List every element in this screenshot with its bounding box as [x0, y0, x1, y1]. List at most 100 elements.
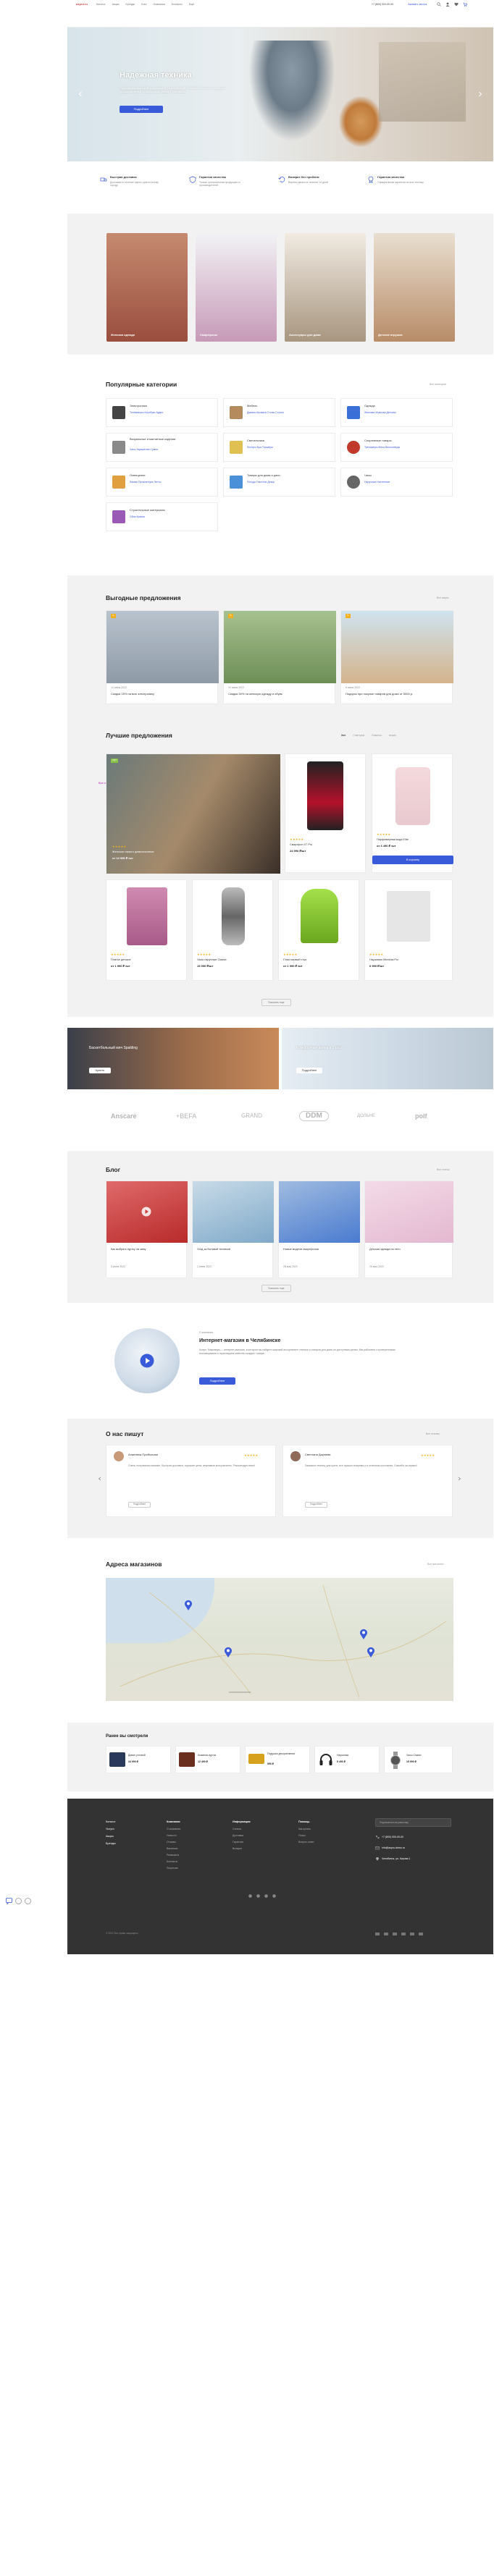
vk-icon[interactable] — [248, 1894, 252, 1898]
callback-link[interactable]: Заказать звонок — [408, 3, 427, 6]
category-card[interactable]: Часы Наручные Настенные — [340, 468, 453, 497]
product-card[interactable]: ★★★★★ Смартфон X7 Pro 24 990 ₽/шт — [285, 753, 366, 873]
tab-sale[interactable]: Акция — [389, 734, 396, 737]
play-icon[interactable] — [140, 1354, 154, 1368]
offers-all-link[interactable]: Все акции — [437, 596, 448, 599]
blog-more-button[interactable]: Показать еще — [261, 1285, 291, 1293]
category-card[interactable]: Визуальные и магнитные изделия Часы Укра… — [106, 433, 218, 462]
nav-item[interactable]: Контакты — [172, 3, 183, 6]
telegram-icon[interactable] — [256, 1894, 260, 1898]
viewed-item[interactable]: Наушники 5 490 ₽ — [314, 1746, 380, 1773]
tab-new[interactable]: Новинка — [372, 734, 382, 737]
subscribe-input[interactable]: Подписаться на рассылку — [375, 1818, 451, 1827]
blog-card[interactable]: Детская одежда на лето 25 мая 2022 — [364, 1181, 453, 1278]
brand-logo[interactable]: GRAND — [241, 1112, 262, 1120]
blog-card[interactable]: Уход за бытовой техникой 2 июня 2022 — [192, 1181, 274, 1278]
store-map[interactable] — [106, 1578, 453, 1701]
viewed-item[interactable]: Подушка декоративная 990 ₽ — [245, 1746, 310, 1773]
category-subs[interactable]: Обои Краски — [130, 515, 145, 518]
offer-card[interactable]: % 8 июня 2022 Подарок при покупке товаро… — [340, 610, 453, 704]
nav-item[interactable]: Ещё — [189, 3, 194, 6]
chevron-right-icon[interactable] — [457, 1477, 461, 1481]
review-more-button[interactable]: Подробнее — [305, 1502, 328, 1508]
banner-button[interactable]: Подробнее — [296, 1068, 322, 1073]
review-more-button[interactable]: Подробнее — [128, 1502, 151, 1508]
bell-icon[interactable] — [15, 1898, 22, 1904]
chevron-left-icon[interactable] — [78, 91, 83, 97]
viewed-item[interactable]: Диван угловой 34 990 ₽ — [106, 1746, 171, 1773]
brand-logo[interactable]: polf — [415, 1112, 427, 1120]
map-pin-icon[interactable] — [367, 1647, 375, 1658]
brand-logo[interactable]: Anscare — [111, 1112, 137, 1120]
footer-email[interactable]: info@aspro-demo.ru — [382, 1846, 405, 1849]
tab-hit[interactable]: Хит — [341, 734, 346, 737]
category-card[interactable]: Светильники Люстры Бра Торшеры — [223, 433, 335, 462]
category-subs[interactable]: Телевизоры Ноутбуки Аудио — [130, 411, 163, 414]
footer-phone[interactable]: +7 (800) 000-00-00 — [382, 1836, 403, 1838]
banner-right[interactable]: Комфортная ванна в 2 раза Подробнее — [282, 1028, 493, 1089]
chevron-right-icon[interactable] — [477, 91, 483, 97]
category-card[interactable]: Освещение Лампы Прожекторы Ленты — [106, 468, 218, 497]
footer-link[interactable]: Как купить — [298, 1828, 311, 1830]
category-card[interactable]: Электроника Телевизоры Ноутбуки Аудио — [106, 398, 218, 427]
map-pin-icon[interactable] — [224, 1647, 233, 1658]
nav-item[interactable]: Акции — [112, 3, 120, 6]
about-button[interactable]: Подробнее — [199, 1377, 235, 1385]
add-to-cart-button[interactable]: В корзину — [372, 856, 453, 864]
nav-item[interactable]: Компания — [154, 3, 165, 6]
header-phone[interactable]: +7 (800) 000-00-00 — [372, 3, 393, 6]
category-subs[interactable]: Тренажеры Мячи Велосипеды — [364, 446, 400, 449]
category-subs[interactable]: Люстры Бра Торшеры — [247, 446, 273, 449]
odnoklassniki-icon[interactable] — [272, 1894, 276, 1898]
footer-link[interactable]: Услуги — [106, 1828, 114, 1831]
category-card[interactable]: Строительные материалы Обои Краски — [106, 502, 218, 531]
phone-circle-icon[interactable] — [25, 1898, 31, 1904]
footer-link[interactable]: О компании — [167, 1828, 180, 1830]
footer-link[interactable]: Оплата — [233, 1828, 241, 1830]
featured-product[interactable]: ХИТ ★★★★★ Женское пальто демисезонное от… — [106, 753, 280, 874]
product-card[interactable]: ★★★★★ Парфюмерная вода Elite от 3 490 ₽ … — [372, 753, 453, 873]
heart-icon[interactable] — [454, 2, 459, 7]
blog-card[interactable]: Как выбрать куртку на зиму 5 июня 2022 — [106, 1181, 188, 1278]
footer-link[interactable]: Каталог — [106, 1820, 116, 1824]
footer-link[interactable]: Вакансии — [167, 1847, 177, 1850]
brand-logo[interactable]: +BEFA — [176, 1112, 196, 1120]
product-card[interactable]: ★★★★★ Платье детское от 1 990 ₽ /шт — [106, 879, 187, 981]
footer-link[interactable]: Реквизиты — [167, 1854, 179, 1857]
footer-link[interactable]: Поиск — [298, 1834, 306, 1837]
nav-item[interactable]: Каталог — [96, 3, 106, 6]
footer-link[interactable]: Доставка — [233, 1834, 243, 1837]
offer-card[interactable]: % 12 июня 2022 Скидка 15% на всю электро… — [106, 610, 219, 704]
tab-recommend[interactable]: Советуем — [353, 734, 364, 737]
search-icon[interactable] — [437, 2, 441, 7]
reviews-all-link[interactable]: Все отзывы — [426, 1432, 440, 1435]
chat-icon[interactable] — [6, 1898, 12, 1904]
viewed-item[interactable]: Часы Classic 15 990 ₽ — [384, 1746, 453, 1773]
map-pin-icon[interactable] — [359, 1629, 368, 1640]
brand-logo[interactable]: ДОЛЬНЕ — [357, 1114, 375, 1119]
map-pin-icon[interactable] — [184, 1600, 193, 1611]
offer-card[interactable]: % 10 июня 2022 Скидка 30% на женскую оде… — [223, 610, 336, 704]
nav-item[interactable]: Бренды — [126, 3, 135, 6]
footer-link[interactable]: Лицензии — [167, 1867, 178, 1870]
hero-button[interactable]: Подробнее — [120, 106, 163, 113]
footer-link[interactable]: Контакты — [167, 1860, 177, 1863]
category-subs[interactable]: Часы Украшения Сумки — [130, 448, 158, 451]
category-subs[interactable]: Диваны Кровати Столы Стулья — [247, 411, 284, 414]
category-card[interactable]: Мебель Диваны Кровати Столы Стулья — [223, 398, 335, 427]
footer-link[interactable]: Акции — [106, 1835, 114, 1838]
category-subs[interactable]: Наручные Настенные — [364, 481, 390, 483]
blog-card[interactable]: Новые модели смартфонов 28 мая 2022 — [278, 1181, 360, 1278]
promo-tile[interactable]: Смартфоны — [196, 233, 277, 342]
category-subs[interactable]: Женская Мужская Детская — [364, 411, 395, 414]
show-more-button[interactable]: Показать еще — [261, 999, 291, 1007]
footer-link[interactable]: Отзывы — [167, 1841, 176, 1844]
cart-icon[interactable] — [463, 2, 467, 7]
footer-link[interactable]: Новости — [167, 1834, 177, 1837]
banner-left[interactable]: Баскетбольный мяч Spalding Купить — [67, 1028, 279, 1089]
footer-link[interactable]: Гарантия — [233, 1841, 243, 1844]
product-card[interactable]: ★★★★★ Наушники Wireless Pro 6 990 ₽/шт — [364, 879, 453, 981]
stores-all-link[interactable]: Все магазины — [427, 1563, 443, 1566]
product-card[interactable]: ★★★★★ Часы наручные Classic 15 990 ₽/шт — [192, 879, 273, 981]
category-subs[interactable]: Лампы Прожекторы Ленты — [130, 481, 162, 483]
